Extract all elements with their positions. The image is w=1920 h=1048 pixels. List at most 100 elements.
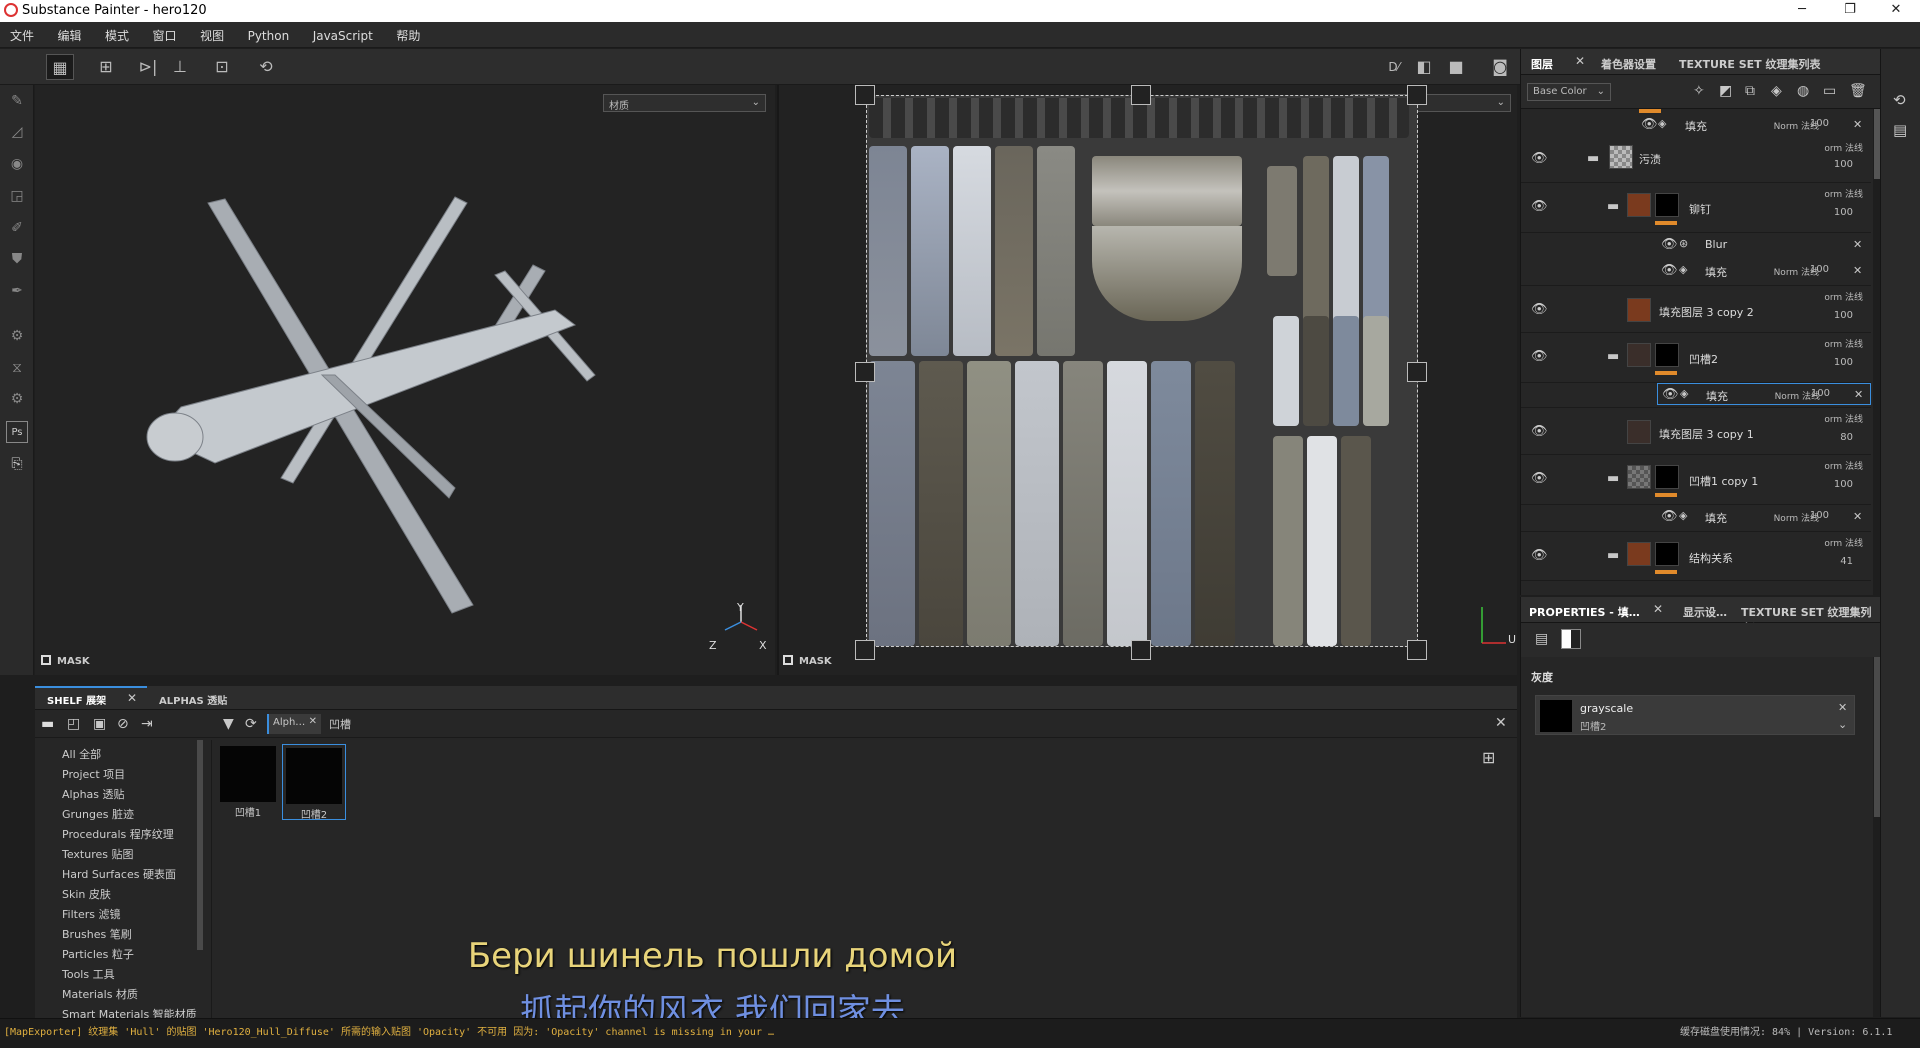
folder-icon[interactable]: ▬ bbox=[1607, 349, 1619, 364]
menu-file[interactable]: 文件 bbox=[0, 22, 44, 44]
eye-icon[interactable]: 👁 bbox=[1531, 302, 1548, 317]
layer-row[interactable]: 👁 ▬ 污渍 orm 法线 100 bbox=[1521, 137, 1871, 183]
projection-icon[interactable]: ◉ bbox=[6, 153, 28, 175]
mask-toggle-2d[interactable]: MASK bbox=[783, 655, 832, 667]
close-icon[interactable]: ✕ bbox=[1838, 701, 1847, 714]
grayscale-mode-icon[interactable] bbox=[1561, 629, 1581, 649]
tab-properties[interactable]: PROPERTIES - 填… bbox=[1521, 604, 1660, 627]
eye-icon[interactable]: 👁 bbox=[1531, 471, 1548, 486]
bake-icon[interactable]: ⧖ bbox=[6, 357, 28, 379]
eye-icon[interactable]: 👁 bbox=[1531, 424, 1548, 439]
layer-effect-row[interactable]: 👁 ◈ 填充 Norm 法线 100 ✕ bbox=[1521, 113, 1871, 135]
transform-handle[interactable] bbox=[1407, 640, 1427, 660]
mask-thumbnail[interactable] bbox=[1655, 542, 1679, 566]
layer-row[interactable]: 👁 ▬ 铆钉 orm 法线 100 bbox=[1521, 183, 1871, 233]
close-icon[interactable]: ✕ bbox=[1575, 54, 1585, 68]
effect-wand-icon[interactable]: ✧ bbox=[1693, 83, 1705, 99]
categories-scrollbar[interactable] bbox=[197, 740, 203, 950]
mask-thumbnail[interactable] bbox=[1655, 193, 1679, 217]
transform-handle[interactable] bbox=[1131, 85, 1151, 105]
add-smart-material-icon[interactable]: ◍ bbox=[1797, 83, 1809, 99]
save-icon[interactable]: ▣ bbox=[93, 716, 106, 732]
maximize-button[interactable]: ❐ bbox=[1830, 2, 1870, 20]
eye-icon[interactable]: 👁 bbox=[1662, 387, 1679, 402]
video-camera-icon[interactable]: ■ bbox=[1442, 54, 1470, 80]
history-icon[interactable]: ⟲ bbox=[252, 54, 280, 80]
mask-toggle-3d[interactable]: MASK bbox=[41, 655, 90, 667]
category-textures[interactable]: Textures 贴图 bbox=[62, 846, 134, 862]
eye-icon[interactable]: 👁 bbox=[1661, 263, 1678, 278]
close-icon[interactable]: ✕ bbox=[1854, 388, 1863, 401]
eye-icon[interactable]: 👁 bbox=[1661, 237, 1678, 252]
eye-icon[interactable]: 👁 bbox=[1641, 117, 1658, 132]
tab-texture-set-list[interactable]: TEXTURE SET 纹理集列表 bbox=[1679, 56, 1821, 72]
eye-icon[interactable]: 👁 bbox=[1531, 349, 1548, 364]
transform-handle[interactable] bbox=[1131, 640, 1151, 660]
tile-view-icon[interactable]: ⊞ bbox=[92, 54, 120, 80]
status-log[interactable]: [MapExporter] 纹理集 'Hull' 的贴图 'Hero120_Hu… bbox=[4, 1023, 774, 1038]
category-alphas[interactable]: Alphas 透贴 bbox=[62, 786, 125, 802]
mirror-vertical-icon[interactable]: ⊥ bbox=[166, 54, 194, 80]
add-mask-icon[interactable]: ◩ bbox=[1719, 83, 1732, 99]
settings-icon[interactable]: ⚙ bbox=[6, 325, 28, 347]
delete-layer-icon[interactable]: 🗑 bbox=[1849, 83, 1867, 99]
transform-handle[interactable] bbox=[1407, 85, 1427, 105]
tab-alphas[interactable]: ALPHAS 透贴 bbox=[159, 692, 227, 707]
export-icon[interactable]: ⎘ bbox=[6, 453, 28, 475]
category-all[interactable]: All 全部 bbox=[62, 746, 101, 762]
tab-shader-settings[interactable]: 着色器设置 bbox=[1601, 56, 1656, 72]
layer-effect-row[interactable]: 👁 ◈ 填充 Norm 法线 100 ✕ bbox=[1521, 259, 1871, 281]
history-icon[interactable]: ⟲ bbox=[1893, 91, 1906, 109]
grid-view-icon[interactable]: ▦ bbox=[46, 54, 74, 80]
transform-handle[interactable] bbox=[855, 362, 875, 382]
clone-stamp-icon[interactable]: ⛊ bbox=[6, 248, 28, 270]
new-file-icon[interactable]: ◰ bbox=[67, 716, 80, 732]
eye-icon[interactable]: 👁 bbox=[1531, 151, 1548, 166]
close-window-button[interactable]: ✕ bbox=[1876, 2, 1916, 20]
folder-icon[interactable]: ▬ bbox=[1587, 151, 1599, 166]
add-folder-icon[interactable]: ▭ bbox=[1823, 83, 1836, 99]
category-skin[interactable]: Skin 皮肤 bbox=[62, 886, 111, 902]
add-fill-layer-icon[interactable]: ◈ bbox=[1771, 83, 1782, 99]
folder-icon[interactable]: ▬ bbox=[1607, 548, 1619, 563]
menu-edit[interactable]: 编辑 bbox=[48, 22, 92, 44]
close-icon[interactable]: ✕ bbox=[309, 716, 317, 727]
tab-layers[interactable]: 图层 bbox=[1523, 56, 1573, 79]
transform-handle[interactable] bbox=[1407, 362, 1427, 382]
category-hard-surfaces[interactable]: Hard Surfaces 硬表面 bbox=[62, 866, 176, 882]
add-layer-icon[interactable]: ⧉ bbox=[1745, 83, 1755, 99]
menu-python[interactable]: Python bbox=[238, 24, 300, 43]
category-grunges[interactable]: Grunges 脏迹 bbox=[62, 806, 134, 822]
menu-mode[interactable]: 模式 bbox=[95, 22, 139, 44]
layer-effect-row-selected[interactable]: 👁 ◈ 填充 Norm 法线 100 ✕ bbox=[1657, 383, 1871, 405]
material-mode-icon[interactable]: ▤ bbox=[1535, 631, 1548, 647]
2d-3d-toggle-icon[interactable]: D⁄ bbox=[1380, 54, 1408, 80]
menu-help[interactable]: 帮助 bbox=[386, 22, 430, 44]
folder-icon[interactable]: ▬ bbox=[1607, 471, 1619, 486]
category-filters[interactable]: Filters 滤镜 bbox=[62, 906, 120, 922]
filter-icon[interactable]: ▼ bbox=[223, 716, 234, 732]
paint-brush-icon[interactable]: ✎ bbox=[6, 90, 28, 112]
filter-tag[interactable]: Alph… ✕ bbox=[267, 714, 321, 734]
chevron-down-icon[interactable]: ⌄ bbox=[1838, 718, 1847, 731]
plugin-icon[interactable]: ⚙ bbox=[6, 388, 28, 410]
layer-row[interactable]: 👁 填充图层 3 copy 1 orm 法线 80 bbox=[1521, 407, 1871, 455]
shelf-search-input[interactable] bbox=[329, 714, 1489, 734]
color-picker-icon[interactable]: ✒ bbox=[6, 280, 28, 302]
layer-effect-row[interactable]: 👁 ⊛ Blur ✕ bbox=[1521, 233, 1871, 255]
folder-icon[interactable]: ▬ bbox=[1607, 199, 1619, 214]
channel-select[interactable]: Base Color ⌄ bbox=[1527, 83, 1611, 101]
layer-row[interactable]: 👁 填充图层 3 copy 2 orm 法线 100 bbox=[1521, 285, 1871, 333]
smudge-icon[interactable]: ✐ bbox=[6, 217, 28, 239]
layer-row[interactable]: 👁 ▬ 凹槽1 copy 1 orm 法线 100 bbox=[1521, 455, 1871, 505]
close-icon[interactable]: ✕ bbox=[1495, 715, 1507, 731]
mask-thumbnail[interactable] bbox=[1655, 343, 1679, 367]
photoshop-icon[interactable]: Ps bbox=[6, 421, 28, 443]
close-icon[interactable]: ✕ bbox=[1853, 264, 1862, 277]
close-icon[interactable]: ✕ bbox=[127, 691, 137, 705]
tab-shelf[interactable]: SHELF 展架 bbox=[47, 692, 106, 707]
add-frame-icon[interactable]: ⊡ bbox=[208, 54, 236, 80]
eye-icon[interactable]: 👁 bbox=[1661, 509, 1678, 524]
log-icon[interactable]: ▤ bbox=[1893, 121, 1907, 139]
transform-handle[interactable] bbox=[855, 85, 875, 105]
